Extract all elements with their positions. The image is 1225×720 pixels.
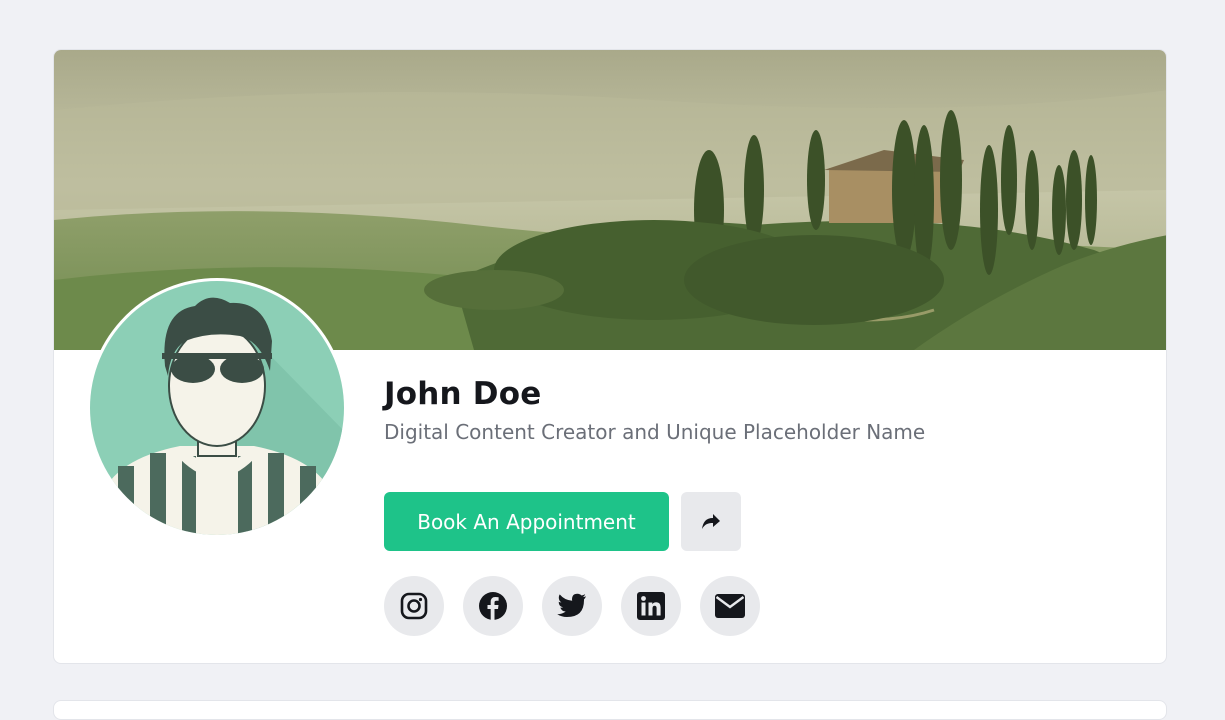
profile-subtitle: Digital Content Creator and Unique Place… xyxy=(384,420,926,444)
facebook-icon xyxy=(479,592,507,620)
profile-actions: Book An Appointment xyxy=(384,492,741,551)
social-links xyxy=(384,576,760,636)
profile-name: John Doe xyxy=(384,376,542,412)
profile-info: John Doe Digital Content Creator and Uni… xyxy=(384,372,925,446)
share-icon xyxy=(702,513,720,529)
twitter-button[interactable] xyxy=(542,576,602,636)
share-button[interactable] xyxy=(681,492,741,551)
linkedin-icon xyxy=(637,592,665,620)
instagram-button[interactable] xyxy=(384,576,444,636)
instagram-icon xyxy=(400,592,428,620)
profile-card: John Doe Digital Content Creator and Uni… xyxy=(53,49,1167,664)
next-card xyxy=(53,700,1167,720)
email-icon xyxy=(715,594,745,618)
linkedin-button[interactable] xyxy=(621,576,681,636)
avatar xyxy=(87,278,347,538)
email-button[interactable] xyxy=(700,576,760,636)
book-appointment-button[interactable]: Book An Appointment xyxy=(384,492,669,551)
facebook-button[interactable] xyxy=(463,576,523,636)
twitter-icon xyxy=(557,593,586,617)
